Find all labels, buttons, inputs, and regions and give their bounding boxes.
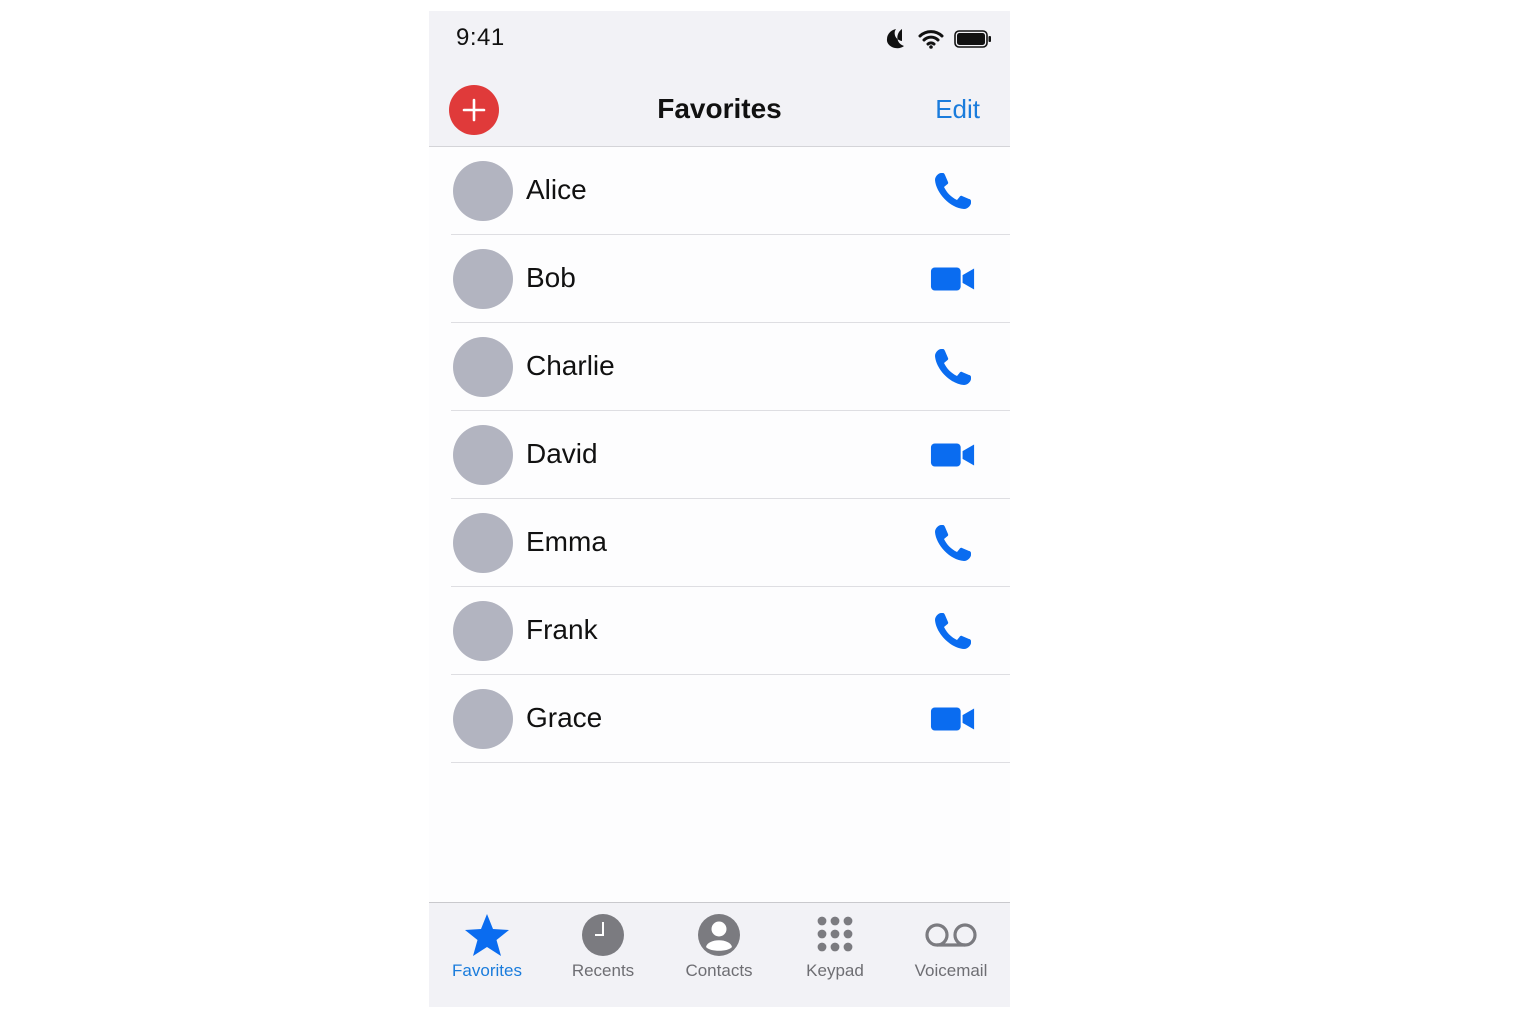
tab-recents[interactable]: Recents — [545, 911, 661, 981]
avatar — [453, 249, 513, 309]
phone-icon — [935, 173, 971, 209]
phone-screen: 9:41 Favorites Edit Alice Bob Charlie Da… — [429, 11, 1010, 1007]
favorite-row[interactable]: Emma — [451, 499, 1010, 587]
star-icon — [465, 914, 509, 956]
contact-name: Charlie — [526, 350, 615, 381]
favorite-row[interactable]: Charlie — [451, 323, 1010, 411]
edit-button[interactable]: Edit — [935, 94, 980, 125]
contact-name: David — [526, 438, 598, 469]
avatar — [453, 601, 513, 661]
video-call-button[interactable] — [930, 259, 976, 299]
wifi-icon — [918, 29, 944, 54]
tab-keypad[interactable]: Keypad — [777, 911, 893, 981]
favorite-row[interactable]: Grace — [451, 675, 1010, 763]
favorite-row[interactable]: David — [451, 411, 1010, 499]
avatar — [453, 161, 513, 221]
contact-name: Emma — [526, 526, 607, 557]
favorite-row[interactable]: Bob — [451, 235, 1010, 323]
contact-name: Bob — [526, 262, 576, 293]
tab-label: Keypad — [806, 961, 864, 980]
tab-voicemail[interactable]: Voicemail — [893, 911, 1009, 981]
tab-favorites[interactable]: Favorites — [429, 911, 545, 981]
phone-icon — [935, 525, 971, 561]
contact-name: Frank — [526, 614, 598, 645]
call-button[interactable] — [930, 523, 976, 563]
call-button[interactable] — [930, 171, 976, 211]
favorites-list: Alice Bob Charlie David Emma Frank Grace — [429, 147, 1010, 763]
phone-icon — [935, 613, 971, 649]
battery-icon — [954, 30, 992, 53]
avatar — [453, 425, 513, 485]
video-call-button[interactable] — [930, 699, 976, 739]
clock-icon — [582, 914, 624, 956]
keypad-icon — [817, 916, 853, 952]
avatar — [453, 689, 513, 749]
call-button[interactable] — [930, 611, 976, 651]
tab-label: Voicemail — [914, 961, 988, 980]
contact-name: Alice — [526, 174, 587, 205]
tab-label: Recents — [571, 961, 635, 980]
status-bar: 9:41 — [429, 11, 1010, 71]
video-camera-icon — [930, 707, 975, 731]
tab-label: Favorites — [452, 961, 522, 980]
favorite-row[interactable]: Alice — [451, 147, 1010, 235]
video-camera-icon — [930, 443, 975, 467]
avatar — [453, 513, 513, 573]
avatar — [453, 337, 513, 397]
favorite-row[interactable]: Frank — [451, 587, 1010, 675]
moon-icon — [882, 27, 908, 56]
video-camera-icon — [930, 267, 975, 291]
video-call-button[interactable] — [930, 435, 976, 475]
call-button[interactable] — [930, 347, 976, 387]
status-icons — [882, 27, 992, 56]
tab-contacts[interactable]: Contacts — [661, 911, 777, 981]
contact-name: Grace — [526, 702, 603, 733]
tab-label: Contacts — [685, 961, 753, 980]
page-title: Favorites — [657, 93, 782, 124]
status-time: 9:41 — [456, 24, 505, 51]
phone-icon — [935, 349, 971, 385]
person-icon — [698, 914, 740, 956]
tab-bar: Favorites Recents Contacts Keypad Voicem… — [429, 902, 1010, 1007]
navigation-bar: Favorites Edit — [429, 71, 1010, 147]
voicemail-icon — [925, 923, 977, 947]
